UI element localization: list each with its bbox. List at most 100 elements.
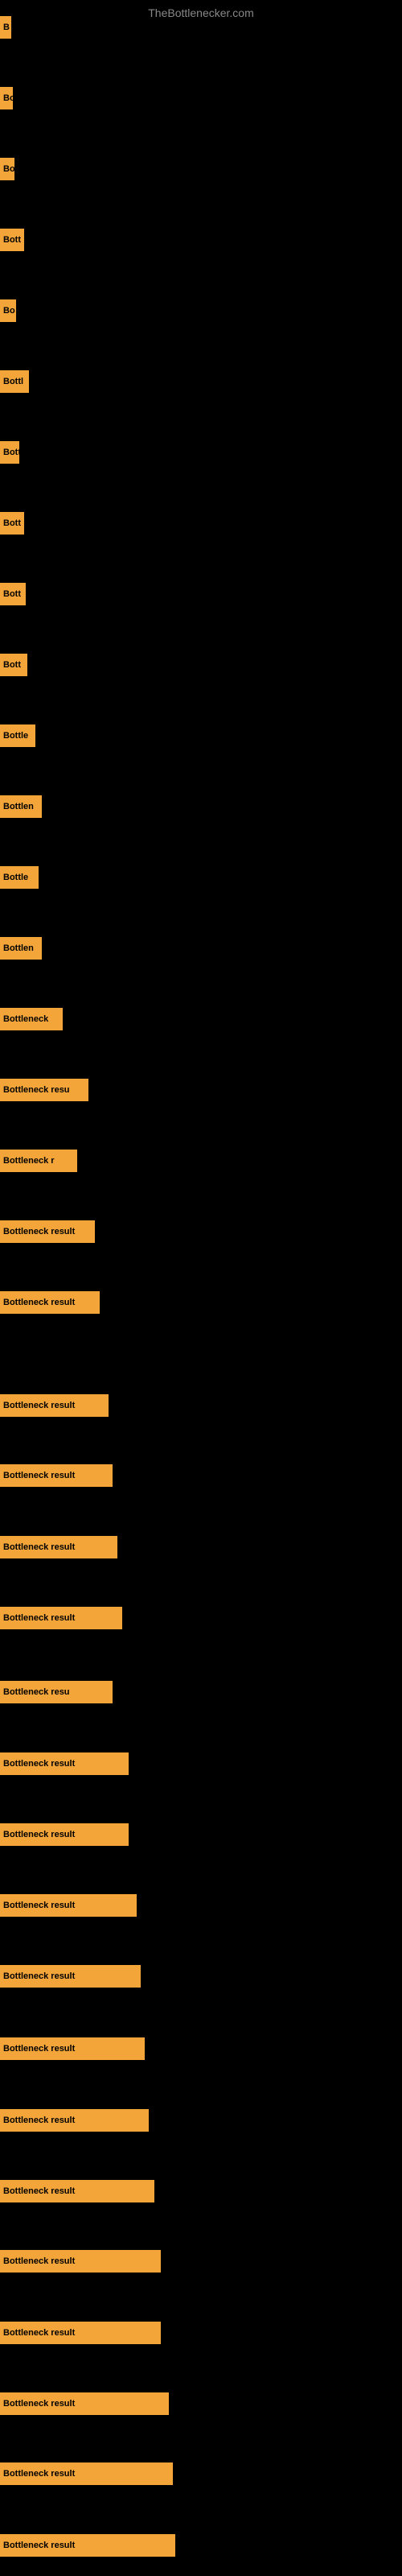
bottleneck-label: Bottleneck resu bbox=[3, 1085, 70, 1095]
list-item: Bottlen bbox=[0, 937, 42, 960]
bottleneck-label: Bottleneck result bbox=[3, 1759, 75, 1769]
bottleneck-bar[interactable]: Bottlen bbox=[0, 937, 42, 960]
bottleneck-label: Bott bbox=[3, 660, 21, 670]
bottleneck-label: Bottleneck resu bbox=[3, 1687, 70, 1697]
bottleneck-label: Bottleneck result bbox=[3, 2469, 75, 2479]
bottleneck-bar[interactable]: Bottleneck result bbox=[0, 1220, 95, 1243]
bottleneck-label: Bott bbox=[3, 589, 21, 599]
bottleneck-label: B bbox=[3, 23, 10, 32]
list-item: Bottleneck result bbox=[0, 2534, 175, 2557]
list-item: Bottleneck result bbox=[0, 2037, 145, 2060]
list-item: Bottleneck result bbox=[0, 2109, 149, 2132]
bottleneck-label: Bottleneck result bbox=[3, 2186, 75, 2196]
bottleneck-bar[interactable]: Bott bbox=[0, 229, 24, 251]
bottleneck-bar[interactable]: Bo bbox=[0, 87, 13, 109]
list-item: Bottleneck result bbox=[0, 1291, 100, 1314]
bottleneck-bar[interactable]: Bottleneck result bbox=[0, 1536, 117, 1558]
bottleneck-label: Bo bbox=[3, 93, 13, 103]
list-item: Bo bbox=[0, 87, 13, 109]
bottleneck-bar[interactable]: Bottlen bbox=[0, 795, 42, 818]
bottleneck-label: Bottleneck result bbox=[3, 1613, 75, 1623]
bottleneck-label: Bott bbox=[3, 448, 19, 457]
list-item: Bottleneck result bbox=[0, 1607, 122, 1629]
bottleneck-bar[interactable]: Bottleneck result bbox=[0, 2462, 173, 2485]
bottleneck-bar[interactable]: Bottleneck r bbox=[0, 1150, 77, 1172]
bottleneck-bar[interactable]: Bottleneck result bbox=[0, 1291, 100, 1314]
bottleneck-label: Bottleneck result bbox=[3, 1298, 75, 1307]
bottleneck-label: Bott bbox=[3, 235, 21, 245]
bottleneck-bar[interactable]: Bottleneck result bbox=[0, 2534, 175, 2557]
bottleneck-label: Bottleneck result bbox=[3, 1471, 75, 1480]
bottleneck-label: Bottle bbox=[3, 873, 28, 882]
list-item: Bottleneck result bbox=[0, 1394, 109, 1417]
bottleneck-label: Bottleneck result bbox=[3, 1227, 75, 1236]
list-item: Bottl bbox=[0, 370, 29, 393]
bottleneck-bar[interactable]: Bott bbox=[0, 654, 27, 676]
bottleneck-label: Bottle bbox=[3, 731, 28, 741]
list-item: Bottlen bbox=[0, 795, 42, 818]
list-item: Bott bbox=[0, 441, 19, 464]
bottleneck-bar[interactable]: Bottleneck bbox=[0, 1008, 63, 1030]
bottleneck-label: Bottleneck result bbox=[3, 2328, 75, 2338]
bottleneck-bar[interactable]: Bottleneck result bbox=[0, 2180, 154, 2202]
bottleneck-bar[interactable]: B bbox=[0, 16, 11, 39]
bottleneck-label: Bottleneck result bbox=[3, 2541, 75, 2550]
site-title: TheBottlenecker.com bbox=[0, 0, 402, 26]
bottleneck-bar[interactable]: Bottleneck resu bbox=[0, 1079, 88, 1101]
bottleneck-label: Bottleneck result bbox=[3, 1971, 75, 1981]
bottleneck-bar[interactable]: Bottleneck result bbox=[0, 1752, 129, 1775]
list-item: Bottleneck bbox=[0, 1008, 63, 1030]
list-item: Bottleneck result bbox=[0, 2322, 161, 2344]
bottleneck-bar[interactable]: Bott bbox=[0, 441, 19, 464]
bottleneck-bar[interactable]: Bottleneck result bbox=[0, 2392, 169, 2415]
list-item: Bottleneck result bbox=[0, 2392, 169, 2415]
bottleneck-label: Bottlen bbox=[3, 802, 34, 811]
list-item: Bottleneck r bbox=[0, 1150, 77, 1172]
bottleneck-bar[interactable]: Bottle bbox=[0, 866, 39, 889]
list-item: Bottleneck result bbox=[0, 2250, 161, 2273]
list-item: Bottleneck result bbox=[0, 1220, 95, 1243]
list-item: Bottleneck resu bbox=[0, 1079, 88, 1101]
bottleneck-label: Bottleneck bbox=[3, 1014, 48, 1024]
list-item: Bo bbox=[0, 158, 14, 180]
bottleneck-bar[interactable]: Bottleneck result bbox=[0, 1394, 109, 1417]
bottleneck-label: Bottleneck result bbox=[3, 1542, 75, 1552]
bottleneck-label: Bottleneck r bbox=[3, 1156, 55, 1166]
list-item: Bottleneck result bbox=[0, 1752, 129, 1775]
bottleneck-label: Bottleneck result bbox=[3, 1401, 75, 1410]
bottleneck-bar[interactable]: Bottleneck result bbox=[0, 2250, 161, 2273]
list-item: Bottleneck result bbox=[0, 1536, 117, 1558]
bottleneck-label: Bottleneck result bbox=[3, 2399, 75, 2409]
bottleneck-bar[interactable]: Bottleneck result bbox=[0, 1607, 122, 1629]
bottleneck-label: Bottl bbox=[3, 377, 23, 386]
bottleneck-bar[interactable]: Bott bbox=[0, 583, 26, 605]
bottleneck-label: Bo bbox=[3, 306, 15, 316]
bottleneck-bar[interactable]: Bo bbox=[0, 299, 16, 322]
bottleneck-bar[interactable]: Bottleneck result bbox=[0, 2037, 145, 2060]
bottleneck-label: Bottlen bbox=[3, 943, 34, 953]
list-item: Bottleneck resu bbox=[0, 1681, 113, 1703]
bottleneck-bar[interactable]: Bottleneck result bbox=[0, 1894, 137, 1917]
list-item: Bott bbox=[0, 229, 24, 251]
list-item: Bott bbox=[0, 512, 24, 535]
bottleneck-bar[interactable]: Bottleneck result bbox=[0, 1823, 129, 1846]
bottleneck-label: Bottleneck result bbox=[3, 1830, 75, 1839]
bottleneck-bar[interactable]: Bottle bbox=[0, 724, 35, 747]
list-item: Bo bbox=[0, 299, 16, 322]
bottleneck-bar[interactable]: Bottleneck result bbox=[0, 2109, 149, 2132]
list-item: Bottleneck result bbox=[0, 1965, 141, 1988]
bottleneck-label: Bottleneck result bbox=[3, 2116, 75, 2125]
bottleneck-label: Bottleneck result bbox=[3, 1901, 75, 1910]
list-item: Bott bbox=[0, 654, 27, 676]
bottleneck-label: Bo bbox=[3, 164, 14, 174]
list-item: Bottle bbox=[0, 724, 35, 747]
bottleneck-bar[interactable]: Bo bbox=[0, 158, 14, 180]
bottleneck-bar[interactable]: Bottleneck result bbox=[0, 2322, 161, 2344]
list-item: Bottleneck result bbox=[0, 2180, 154, 2202]
bottleneck-bar[interactable]: Bott bbox=[0, 512, 24, 535]
bottleneck-bar[interactable]: Bottleneck result bbox=[0, 1965, 141, 1988]
bottleneck-bar[interactable]: Bottleneck resu bbox=[0, 1681, 113, 1703]
bottleneck-bar[interactable]: Bottleneck result bbox=[0, 1464, 113, 1487]
bottleneck-bar[interactable]: Bottl bbox=[0, 370, 29, 393]
list-item: Bottleneck result bbox=[0, 1464, 113, 1487]
